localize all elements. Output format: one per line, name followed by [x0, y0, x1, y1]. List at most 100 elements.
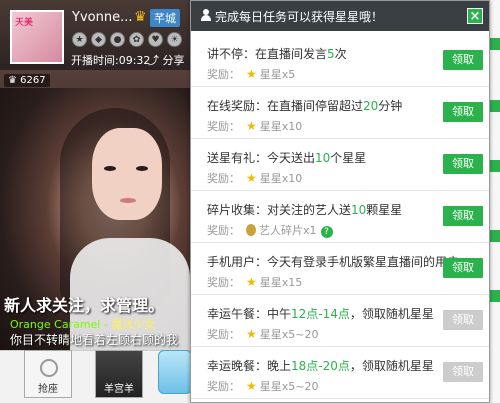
claim-button[interactable]: 领取: [443, 310, 483, 330]
reward-value: x10: [281, 120, 303, 133]
user-icon: [201, 9, 211, 21]
start-time: 开播时间:09:32: [71, 54, 151, 67]
task-text: 讲不停：在直播间发言: [207, 47, 328, 61]
share-button[interactable]: ⤴ 分享: [148, 52, 185, 68]
fragment-icon: [246, 224, 256, 236]
task-text: ，领取随机星星: [349, 307, 434, 321]
task-text: 幸运晚餐：晚上: [207, 359, 292, 373]
task-text: ，领取随机星星: [349, 359, 434, 373]
anchor-name[interactable]: Yvonne...: [72, 10, 132, 25]
reward-value: x10: [281, 172, 303, 185]
anchor-badge[interactable]: 芊城: [150, 9, 180, 27]
medal-list: ★ ◆ ● ✿ ♥ ☀: [72, 32, 182, 47]
star-icon: ★: [246, 67, 257, 81]
reward-name: 艺人碎片: [259, 224, 303, 237]
task-highlight: 18点-20点: [291, 359, 350, 373]
medal-icon[interactable]: ✿: [129, 32, 144, 47]
reward-label: 奖励：: [207, 120, 240, 133]
task-highlight: 12点-14点: [291, 307, 350, 321]
lyric-line: 你目不转睛地看着左顾右顾的我: [10, 333, 179, 347]
panel-header: 完成每日任务可以获得星星哦！ ×: [191, 1, 489, 31]
star-icon: ★: [246, 119, 257, 133]
task-highlight: 10: [351, 203, 367, 217]
seat-user[interactable]: 羊宫羊: [95, 350, 143, 398]
help-icon[interactable]: ?: [320, 226, 333, 238]
anchor-avatar[interactable]: 天美: [10, 10, 64, 64]
reward-name: 星星: [259, 120, 282, 133]
reward-label: 奖励：: [207, 328, 240, 341]
task-title: 手机用户：今天有登录手机版繁星直播间的用户: [207, 253, 459, 270]
task-text: 分钟: [378, 99, 403, 113]
task-reward: 奖励： ★ 星星x5~20: [207, 378, 319, 394]
share-label: 分享: [162, 54, 185, 67]
task-title: 在线奖励：在直播间停留超过20分钟: [207, 97, 402, 114]
star-icon: ★: [246, 275, 257, 289]
medal-icon[interactable]: ●: [110, 32, 125, 47]
task-title: 碎片收集：对关注的艺人送10颗星星: [207, 201, 402, 218]
star-icon: ★: [246, 379, 257, 393]
reward-name: 星星: [259, 380, 282, 393]
task-reward: 奖励： ★ 星星x5: [207, 66, 295, 82]
task-text: 次: [334, 47, 347, 61]
fans-count: ♛ 6267: [4, 74, 50, 87]
grab-seat-label: 抢座: [38, 384, 58, 395]
video-lips: [120, 198, 136, 203]
reward-label: 奖励：: [207, 380, 240, 393]
task-highlight: 20: [363, 99, 379, 113]
video-eye: [136, 166, 148, 171]
star-icon: ★: [246, 171, 257, 185]
crown-icon: ♛: [134, 9, 147, 25]
seat-icon: [40, 359, 58, 377]
seat-user-label: 羊宫羊: [104, 384, 134, 395]
star-jar-icon[interactable]: [158, 350, 192, 394]
fans-value: 6267: [20, 75, 46, 86]
grab-seat-button[interactable]: 抢座: [24, 350, 72, 398]
claim-button[interactable]: 领取: [443, 206, 483, 226]
claim-button[interactable]: 领取: [443, 50, 483, 70]
task-text: 在线奖励：在直播间停留超过: [207, 99, 364, 113]
reward-label: 奖励：: [207, 224, 240, 237]
claim-button[interactable]: 领取: [443, 154, 483, 174]
task-reward: 奖励： ★ 星星x5~20: [207, 326, 319, 342]
star-icon: ★: [246, 327, 257, 341]
claim-button[interactable]: 领取: [443, 102, 483, 122]
task-title: 幸运午餐：中午12点-14点，领取随机星星: [207, 305, 434, 322]
medal-icon[interactable]: ◆: [91, 32, 106, 47]
reward-value: x15: [281, 276, 303, 289]
task-title: 讲不停：在直播间发言5次: [207, 45, 347, 62]
claim-button[interactable]: 领取: [443, 362, 483, 382]
task-text: 颗星星: [366, 203, 403, 217]
chat-message: 新人求关注，求管理。: [4, 296, 165, 315]
task-list[interactable]: 讲不停：在直播间发言5次 奖励： ★ 星星x5 领取 在线奖励：在直播间停留超过20分钟奖…: [191, 31, 489, 403]
reward-name: 星星: [259, 172, 282, 185]
reward-label: 奖励：: [207, 172, 240, 185]
task-row: 幸运晚餐：晚上18点-20点，领取随机星星 奖励： ★ 星星x5~20 领取: [191, 347, 489, 399]
task-reward: 奖励： 艺人碎片x1?: [207, 222, 333, 238]
avatar-tag: 天美: [15, 18, 34, 28]
reward-name: 星星: [259, 328, 282, 341]
task-highlight: 5: [327, 47, 335, 61]
task-row: 手机用户：今天有登录手机版繁星直播间的用户 奖励： ★ 星星x15 领取: [191, 243, 489, 295]
task-text: 个星星: [330, 151, 367, 165]
reward-value: x5~20: [281, 328, 319, 341]
daily-task-panel: 完成每日任务可以获得星星哦！ × 讲不停：在直播间发言5次 奖励： ★ 星星x5 领取在…: [190, 0, 490, 403]
claim-button[interactable]: 领取: [443, 258, 483, 278]
task-text: 碎片收集：对关注的艺人送: [207, 203, 352, 217]
close-button[interactable]: ×: [467, 8, 483, 24]
reward-label: 奖励：: [207, 68, 240, 81]
task-row: 送星有礼：今天送出10个星星 奖励： ★ 星星x10 领取: [191, 139, 489, 191]
now-playing: Orange Caramel - 魔法少女: [10, 316, 155, 332]
medal-icon[interactable]: ♥: [148, 32, 163, 47]
reward-name: 星星: [259, 68, 282, 81]
video-face: [92, 128, 162, 220]
song-artist: Orange Caramel -: [10, 318, 112, 331]
medal-icon[interactable]: ★: [72, 32, 87, 47]
task-row: 碎片收集：对关注的艺人送10颗星星奖励： 艺人碎片x1? 领取: [191, 191, 489, 243]
anchor-info-bar: 天美 Yvonne... ♛ 芊城 ★ ◆ ● ✿ ♥ ☀ 开播时间:09:32…: [0, 0, 190, 70]
reward-value: x1: [303, 224, 317, 237]
task-text: 送星有礼：今天送出: [207, 151, 316, 165]
medal-icon[interactable]: ☀: [167, 32, 182, 47]
reward-label: 奖励：: [207, 276, 240, 289]
video-eye: [104, 166, 116, 171]
task-title: 幸运晚餐：晚上18点-20点，领取随机星星: [207, 357, 434, 374]
